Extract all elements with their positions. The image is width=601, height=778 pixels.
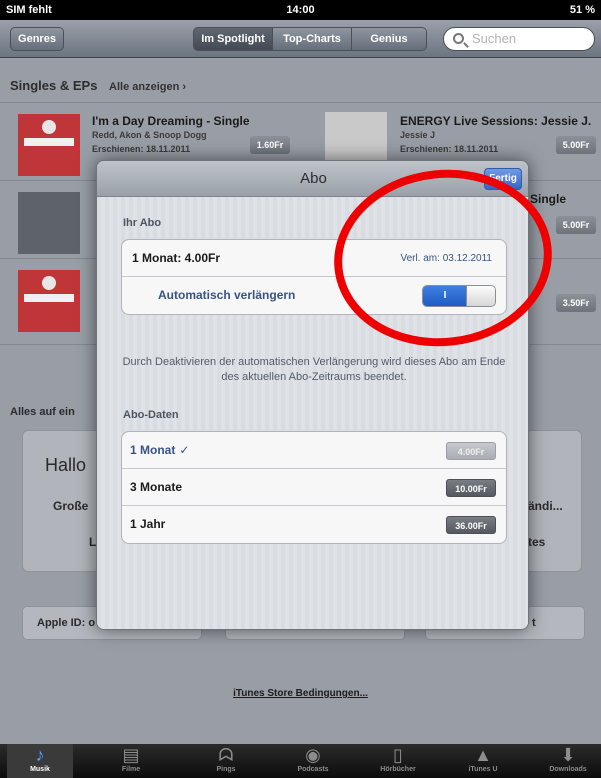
checkmark-icon: ✓: [179, 443, 190, 457]
tab-musik[interactable]: ♪ Musik: [7, 744, 73, 778]
item-artist: Redd, Akon & Snoop Dogg: [92, 130, 207, 140]
tab-podcasts[interactable]: ◉ Podcasts: [280, 744, 346, 778]
battery-status: 51 %: [569, 4, 595, 16]
see-all-link[interactable]: Alle anzeigen ›: [109, 81, 186, 93]
terms-link[interactable]: iTunes Store Bedingungen...: [0, 688, 601, 699]
t-text: t: [532, 617, 536, 629]
auto-renew-label: Automatisch verlängern: [158, 288, 296, 302]
grosse-text: Große: [53, 499, 89, 513]
tab-genius[interactable]: Genius: [351, 27, 427, 51]
search-input[interactable]: Suchen: [443, 27, 595, 51]
buy-button[interactable]: 3.50Fr: [556, 294, 596, 312]
section-title: Singles & EPs: [10, 78, 98, 93]
tab-label: Downloads: [549, 766, 587, 773]
item-title[interactable]: I'm a Day Dreaming - Single: [92, 114, 250, 128]
audiobook-icon: ▯: [393, 745, 403, 765]
tab-top-charts[interactable]: Top-Charts: [272, 27, 352, 51]
plan-name: 3 Monate: [130, 480, 183, 494]
mortarboard-icon: ▲: [474, 745, 492, 765]
plan-list: 1 Monat ✓ 4.00Fr 3 Monate 10.00Fr 1 Jahr …: [121, 431, 507, 544]
dialog-title: Abo: [300, 170, 327, 187]
hallo-text: Hallo: [45, 455, 87, 475]
subscription-dialog: Abo Fertig Ihr Abo 1 Monat: 4.00Fr Verl.…: [96, 160, 529, 630]
auto-renew-footnote: Durch Deaktivieren der automatischen Ver…: [122, 356, 506, 383]
film-icon: ▤: [122, 745, 140, 765]
plan-name: 1 Jahr: [130, 517, 166, 531]
tab-label: iTunes U: [468, 766, 498, 773]
plan-option-1-month[interactable]: 1 Monat ✓ 4.00Fr: [122, 432, 506, 469]
plan-option-1-year[interactable]: 1 Jahr 36.00Fr: [122, 506, 506, 543]
search-icon: [453, 33, 464, 44]
auto-renew-cell: Automatisch verlängern I: [122, 277, 506, 314]
dialog-header: Abo Fertig: [97, 161, 528, 197]
renewal-date: Verl. am: 03.12.2011: [400, 253, 492, 264]
buy-button[interactable]: 5.00Fr: [556, 216, 596, 234]
podcast-icon: ◉: [305, 745, 321, 765]
divider: [0, 102, 601, 103]
tab-label: Hörbücher: [380, 766, 416, 773]
toggle-on-indicator: I: [423, 286, 467, 306]
tab-label: Podcasts: [297, 766, 329, 773]
plan-price-button[interactable]: 10.00Fr: [446, 479, 496, 497]
download-icon: ⬇: [560, 745, 576, 765]
buy-button[interactable]: 5.00Fr: [556, 136, 596, 154]
album-art-kontor[interactable]: [18, 270, 80, 332]
subscription-data-label: Abo-Daten: [123, 409, 179, 421]
dialog-body: Ihr Abo 1 Monat: 4.00Fr Verl. am: 03.12.…: [97, 197, 528, 629]
tab-filme[interactable]: ▤ Filme: [98, 744, 164, 778]
toggle-knob: [466, 286, 495, 306]
apple-id-label: Apple ID: o: [37, 617, 96, 629]
plan-price-button[interactable]: 4.00Fr: [446, 442, 496, 460]
tes-text: tes: [528, 535, 546, 549]
buy-button[interactable]: 1.60Fr: [250, 136, 290, 154]
tab-label: Musik: [30, 766, 50, 773]
plan-name: 1 Monat ✓: [130, 443, 190, 457]
status-bar: SIM fehlt 14:00 51 %: [0, 0, 601, 20]
item-title[interactable]: ENERGY Live Sessions: Jessie J.: [400, 114, 591, 128]
music-note-icon: ♪: [35, 745, 45, 765]
tab-label: Pings: [216, 766, 236, 773]
genres-button[interactable]: Genres: [10, 27, 64, 51]
tab-spotlight[interactable]: Im Spotlight: [193, 27, 273, 51]
tab-pings[interactable]: ᗣ Pings: [193, 744, 259, 778]
item-artist: Jessie J: [400, 130, 436, 140]
tab-downloads[interactable]: ⬇ Downloads: [535, 744, 601, 778]
clock: 14:00: [286, 4, 315, 16]
search-placeholder: Suchen: [472, 31, 517, 46]
tab-bar: ♪ Musik ▤ Filme ᗣ Pings ◉ Podcasts ▯ Hör…: [0, 744, 601, 778]
andi-text: ändi...: [528, 499, 563, 513]
ping-icon: ᗣ: [218, 745, 234, 765]
section-header: Singles & EPs Alle anzeigen ›: [10, 78, 186, 93]
item-release: Erschienen: 18.11.2011: [92, 144, 191, 154]
subscription-group: 1 Monat: 4.00Fr Verl. am: 03.12.2011 Aut…: [121, 239, 507, 315]
all-on-label: Alles auf ein: [10, 406, 75, 418]
plan-price-button[interactable]: 36.00Fr: [446, 516, 496, 534]
item-release: Erschienen: 18.11.2011: [400, 144, 499, 154]
plan-option-3-months[interactable]: 3 Monate 10.00Fr: [122, 469, 506, 506]
auto-renew-toggle[interactable]: I: [422, 285, 496, 307]
tab-itunes-u[interactable]: ▲ iTunes U: [450, 744, 516, 778]
item-title[interactable]: Single: [530, 192, 566, 206]
store-nav-bar: Genres Im Spotlight Top-Charts Genius Su…: [0, 20, 601, 58]
current-plan-label: 1 Monat: 4.00Fr: [132, 251, 221, 265]
tab-label: Filme: [121, 766, 141, 773]
current-plan-cell: 1 Monat: 4.00Fr Verl. am: 03.12.2011: [122, 240, 506, 277]
album-art-big-fat-single[interactable]: [18, 192, 80, 254]
done-button[interactable]: Fertig: [484, 168, 522, 190]
your-subscription-label: Ihr Abo: [123, 217, 162, 229]
album-art-kontor[interactable]: [18, 114, 80, 176]
tab-hoerbuecher[interactable]: ▯ Hörbücher: [365, 744, 431, 778]
